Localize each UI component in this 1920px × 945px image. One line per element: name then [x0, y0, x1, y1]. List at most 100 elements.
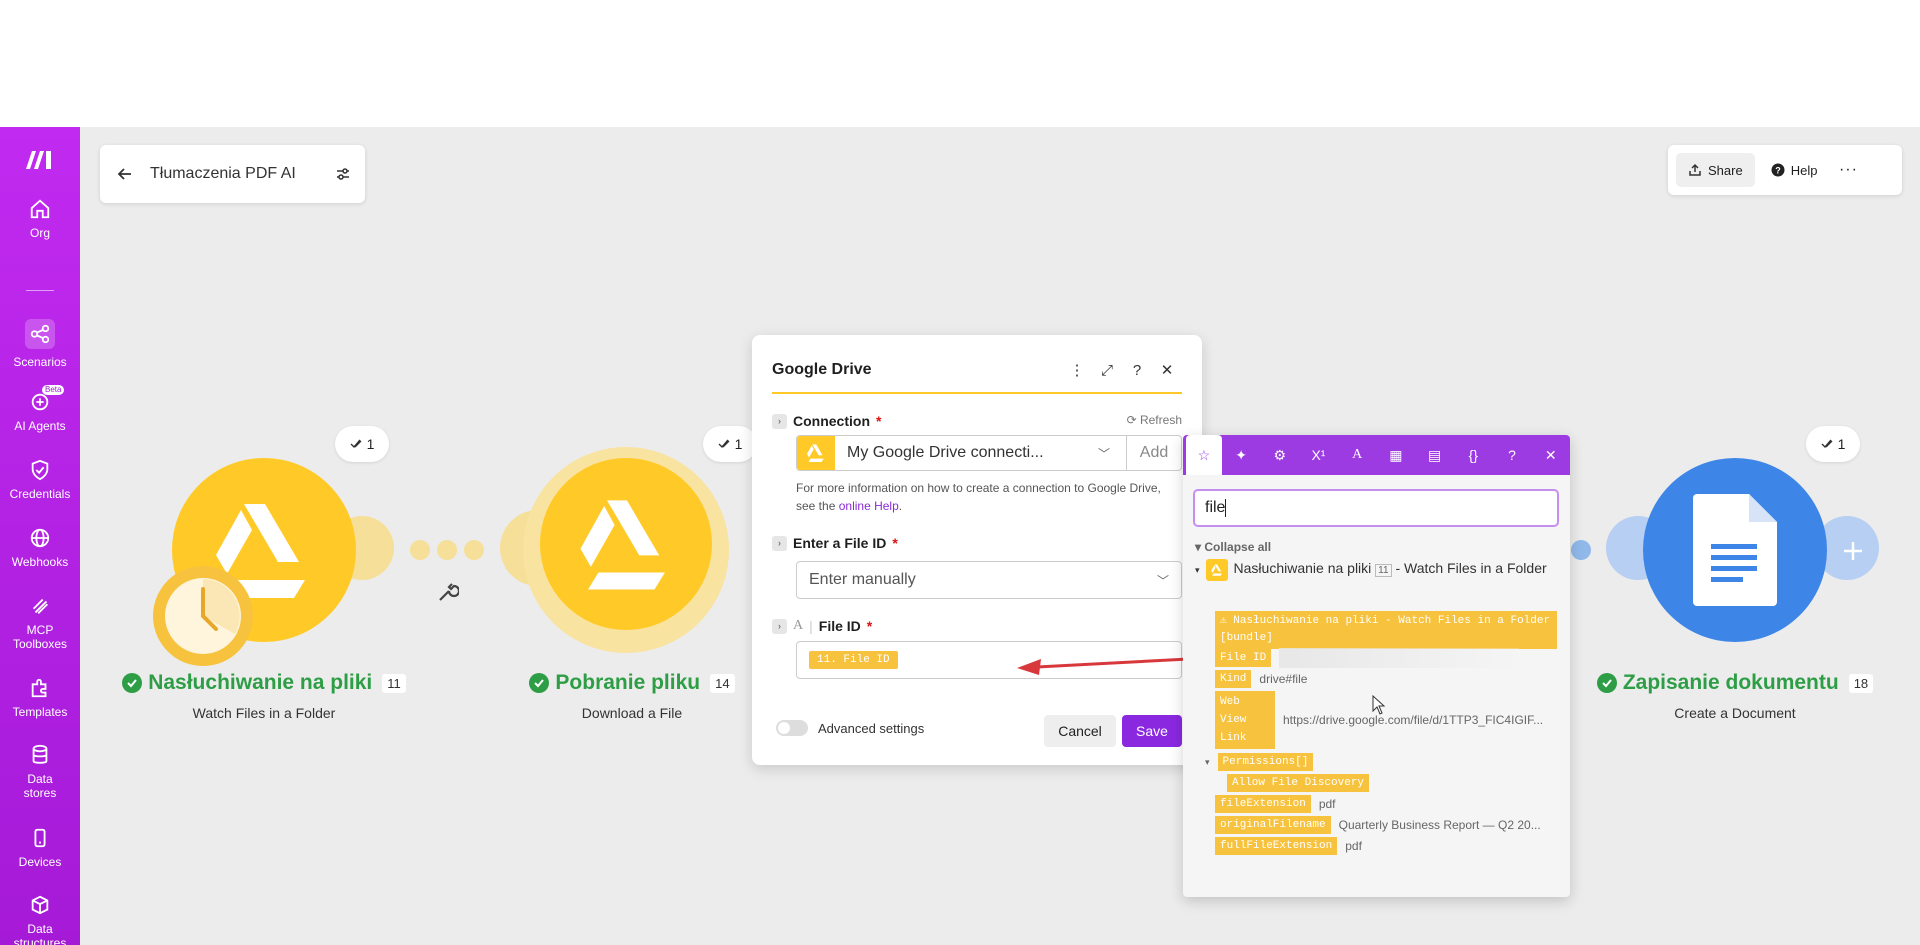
sidebar-item-credentials[interactable]: Credentials — [0, 459, 80, 501]
connection-help-text: For more information on how to create a … — [796, 479, 1166, 515]
schedule-clock[interactable] — [153, 566, 253, 666]
item-key[interactable]: originalFilename — [1215, 816, 1331, 834]
mapper-item-permissions[interactable]: ▾ Permissions[] — [1205, 753, 1314, 771]
sidebar-item-org[interactable]: Org — [0, 198, 80, 240]
operations-badge[interactable]: 1 — [1806, 426, 1860, 462]
connection-value: My Google Drive connecti... — [847, 444, 1044, 461]
help-icon[interactable]: ? — [1122, 362, 1152, 379]
mapper-item-full-file-extension[interactable]: fullFileExtension pdf — [1215, 837, 1362, 855]
mapper-item-allow-file-discovery[interactable]: Allow File Discovery — [1227, 774, 1370, 792]
search-value: file — [1205, 499, 1226, 516]
more-options-button[interactable]: ··· — [1833, 153, 1863, 187]
item-key[interactable]: Web View Link — [1215, 691, 1275, 749]
connection-select[interactable]: My Google Drive connecti... ﹀ Add — [796, 435, 1182, 471]
online-help-link[interactable]: online Help — [839, 499, 899, 513]
close-icon[interactable]: ✕ — [1152, 361, 1182, 379]
module-download-file[interactable] — [540, 458, 712, 630]
favorites-tab[interactable]: ☆ — [1186, 435, 1222, 475]
mapper-item-original-filename[interactable]: originalFilename Quarterly Business Repo… — [1215, 816, 1544, 834]
text-functions-tab[interactable]: A — [1338, 435, 1377, 475]
item-key[interactable]: fullFileExtension — [1215, 837, 1338, 855]
add-module-icon[interactable] — [1842, 540, 1864, 562]
kebab-menu-icon[interactable]: ⋮ — [1062, 361, 1092, 379]
add-connection-button[interactable]: Add — [1126, 436, 1181, 470]
help-button[interactable]: ? Help — [1761, 153, 1828, 187]
sidebar-item-label: MCP Toolboxes — [12, 623, 68, 651]
item-key[interactable]: fileExtension — [1215, 795, 1311, 813]
advanced-settings: Advanced settings — [776, 720, 924, 736]
general-functions-tab[interactable]: ⚙ — [1260, 435, 1299, 475]
scenario-settings-button[interactable] — [321, 166, 365, 182]
refresh-button[interactable]: ⟳ Refresh — [1127, 413, 1182, 427]
math-functions-tab[interactable]: X¹ — [1299, 435, 1338, 475]
sidebar-item-ai-agents[interactable]: Beta AI Agents — [0, 385, 80, 433]
scenario-title[interactable]: Tłumaczenia PDF AI — [150, 165, 321, 183]
make-logo[interactable] — [24, 147, 56, 171]
help-tab[interactable]: ? — [1493, 435, 1532, 475]
math-icon: X¹ — [1311, 447, 1326, 463]
chevron-right-icon[interactable]: › — [772, 535, 787, 551]
item-key[interactable]: Permissions[] — [1217, 753, 1314, 771]
tree-suffix: - Watch Files in a Folder — [1395, 560, 1547, 576]
enter-file-id-label-text: Enter a File ID — [793, 535, 887, 551]
array-functions-tab[interactable]: ▤ — [1415, 435, 1454, 475]
operations-badge[interactable]: 1 — [703, 426, 757, 462]
arrow-left-icon — [117, 168, 131, 180]
mapper-item-file-id[interactable]: File ID — [1215, 648, 1520, 668]
item-key[interactable]: Kind — [1215, 670, 1252, 688]
module-create-document[interactable] — [1643, 458, 1827, 642]
wrench-icon[interactable] — [437, 581, 459, 603]
module-id: 18 — [1848, 673, 1874, 693]
sidebar-item-data-stores[interactable]: Data stores — [0, 744, 80, 800]
cancel-button[interactable]: Cancel — [1044, 715, 1116, 747]
module-output-tree[interactable]: ▾ Nasłuchiwanie na pliki 11 - Watch File… — [1195, 559, 1555, 581]
chevron-right-icon[interactable]: › — [772, 413, 787, 429]
expand-icon[interactable]: ⤢ — [1092, 362, 1122, 379]
mapped-file-id-pill[interactable]: 11. File ID — [809, 651, 898, 669]
chevron-right-icon[interactable]: › — [772, 618, 787, 634]
mapper-search-input[interactable]: file — [1193, 489, 1559, 527]
mapper-item-kind[interactable]: Kind drive#file — [1215, 670, 1307, 688]
module-name: Zapisanie dokumentu — [1622, 671, 1839, 694]
back-button[interactable] — [100, 166, 150, 182]
dialog-divider — [772, 392, 1182, 394]
json-functions-tab[interactable]: {} — [1454, 435, 1493, 475]
module-label-download-file: Pobranie pliku 14 Download a File — [472, 671, 792, 721]
sidebar-item-webhooks[interactable]: Webhooks — [0, 527, 80, 569]
close-icon: ✕ — [1544, 446, 1557, 463]
scenario-title-card: Tłumaczenia PDF AI — [100, 145, 365, 203]
sidebar-item-label: AI Agents — [14, 419, 66, 433]
phone-icon — [34, 828, 46, 848]
sliders-icon — [337, 168, 349, 180]
sidebar-item-scenarios[interactable]: Scenarios — [0, 319, 80, 369]
sidebar-item-mcp-toolboxes[interactable]: MCP Toolboxes — [0, 595, 80, 651]
sidebar-item-label: Scenarios — [13, 355, 67, 369]
sidebar-item-data-structures[interactable]: Data structures — [0, 894, 80, 945]
sidebar: Org Scenarios Beta AI Agents Credentials… — [0, 127, 80, 945]
ai-tab[interactable]: ✦ — [1222, 435, 1261, 475]
svg-text:?: ? — [1775, 166, 1781, 176]
bundle-item[interactable]: ⚠ Nasłuchiwanie na pliki - Watch Files i… — [1215, 611, 1557, 649]
date-functions-tab[interactable]: ▦ — [1377, 435, 1416, 475]
advanced-settings-toggle[interactable] — [776, 720, 808, 736]
sparkle-icon: ✦ — [1235, 446, 1247, 463]
table-icon: ▤ — [1427, 446, 1442, 463]
sidebar-item-templates[interactable]: Templates — [0, 677, 80, 719]
star-icon: ☆ — [1197, 446, 1211, 463]
item-key[interactable]: File ID — [1215, 649, 1272, 667]
sidebar-item-label: Org — [29, 226, 50, 240]
enter-file-id-value: Enter manually — [809, 571, 916, 588]
save-button[interactable]: Save — [1122, 715, 1182, 747]
share-button[interactable]: Share — [1676, 153, 1755, 187]
operations-badge[interactable]: 1 — [335, 426, 389, 462]
mapper-item-file-extension[interactable]: fileExtension pdf — [1215, 795, 1336, 813]
item-key[interactable]: Allow File Discovery — [1227, 774, 1370, 792]
mapping-panel: ☆ ✦ ⚙ X¹ A ▦ ▤ {} ? ✕ file ▾ Collapse al… — [1183, 435, 1570, 897]
app-canvas: Org Scenarios Beta AI Agents Credentials… — [0, 127, 1920, 945]
sidebar-item-devices[interactable]: Devices — [0, 827, 80, 869]
enter-file-id-select[interactable]: Enter manually ﹀ — [796, 561, 1182, 599]
bundle-tag[interactable]: ⚠ Nasłuchiwanie na pliki - Watch Files i… — [1215, 611, 1557, 649]
collapse-all-button[interactable]: ▾ Collapse all — [1195, 540, 1271, 554]
close-mapper-button[interactable]: ✕ — [1531, 435, 1570, 475]
sidebar-divider — [26, 290, 54, 291]
